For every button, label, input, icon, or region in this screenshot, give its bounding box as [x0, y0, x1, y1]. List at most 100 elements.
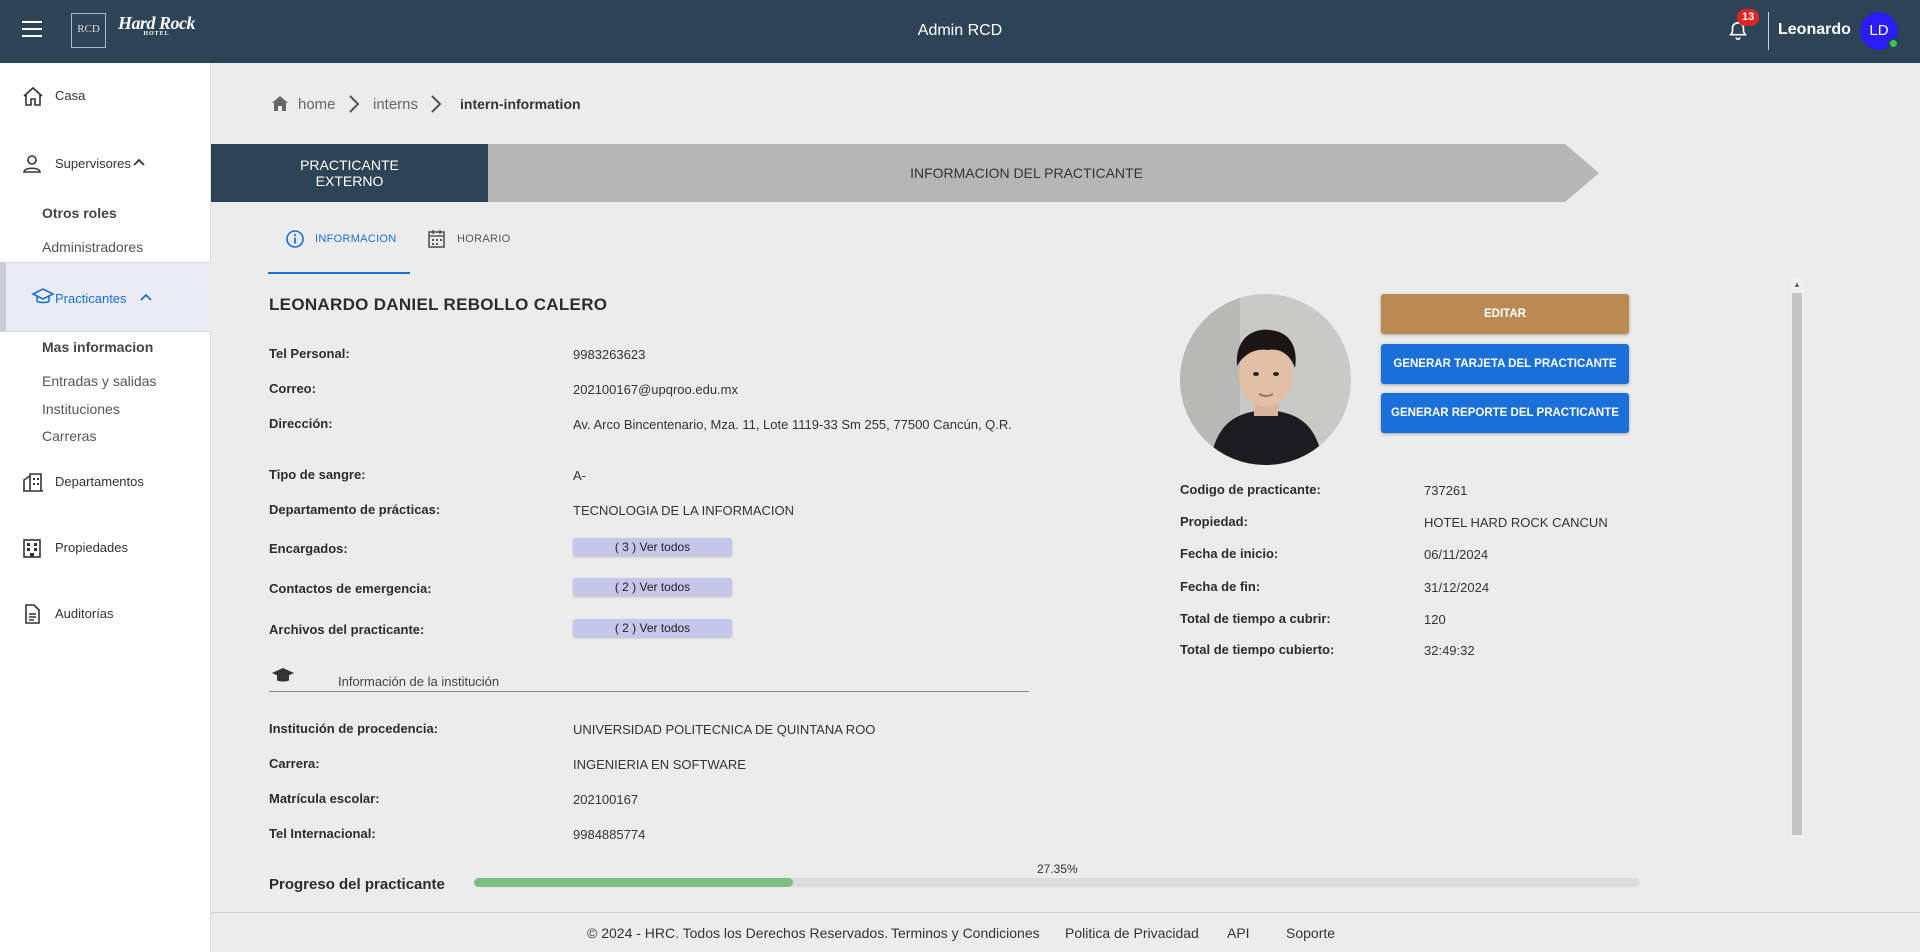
summary-label: Propiedad: [1180, 514, 1248, 529]
step-practicante-externo[interactable]: PRACTICANTE EXTERNO [211, 144, 488, 202]
sidebar-item-label: Supervisores [55, 156, 131, 171]
progress-fill [474, 878, 793, 887]
footer-link-privacy[interactable]: Politica de Privacidad [1065, 925, 1199, 941]
field-label: Departamento de prácticas: [269, 502, 441, 517]
intern-photo [1180, 294, 1351, 465]
field-label: Matrícula escolar: [269, 791, 380, 806]
sidebar-item-label: Propiedades [55, 540, 128, 555]
apartment-icon [23, 539, 41, 558]
sidebar-item-casa[interactable]: Casa [0, 75, 211, 115]
footer-link-support[interactable]: Soporte [1286, 925, 1335, 941]
sidebar-item-practicantes[interactable]: Practicantes [0, 262, 211, 332]
sidebar-subitem-carreras[interactable]: Carreras [42, 428, 96, 444]
summary-label: Total de tiempo cubierto: [1180, 642, 1335, 657]
summary-value: 32:49:32 [1424, 643, 1475, 658]
sidebar-item-label: Auditorías [55, 606, 114, 621]
progress-bar [474, 878, 1640, 887]
sidebar-item-label: Practicantes [55, 291, 127, 306]
app-title: Admin RCD [917, 22, 1003, 39]
scrollbar[interactable]: ▲ [1790, 278, 1804, 838]
field-label: Encargados: [269, 541, 348, 556]
sidebar-item-supervisores[interactable]: Supervisores [0, 143, 211, 183]
tab-informacion[interactable]: INFORMACION [268, 226, 410, 274]
field-value: 9984885774 [573, 827, 646, 842]
breadcrumb-interns[interactable]: interns [373, 96, 418, 113]
footer-link-terms[interactable]: Terminos y Condiciones [891, 925, 1040, 941]
chevron-up-icon [140, 293, 152, 301]
document-icon [25, 604, 40, 624]
step-label: PRACTICANTE [300, 157, 399, 173]
scrollbar-thumb[interactable] [1792, 293, 1802, 835]
field-label: Archivos del practicante: [269, 622, 425, 637]
graduation-cap-icon [31, 288, 55, 304]
sidebar-item-propiedades[interactable]: Propiedades [0, 527, 211, 567]
institution-section-header: Información de la institución [269, 666, 1029, 692]
view-all-encargados-button[interactable]: ( 3 ) Ver todos [573, 538, 732, 556]
sidebar-item-label: Casa [55, 88, 86, 103]
sidebar-subitem-entradas-salidas[interactable]: Entradas y salidas [42, 373, 156, 389]
sidebar-subitem-otros-roles[interactable]: Otros roles [42, 205, 117, 221]
sidebar-item-label: Departamentos [55, 474, 144, 489]
copyright-text: © 2024 - HRC. Todos los Derechos Reserva… [587, 925, 889, 941]
field-value: A- [573, 468, 586, 483]
building-icon [23, 473, 43, 492]
section-title: Información de la institución [338, 674, 500, 689]
sidebar-subitem-mas-informacion[interactable]: Mas informacion [42, 339, 153, 355]
summary-value: 120 [1424, 612, 1446, 627]
field-value: UNIVERSIDAD POLITECNICA DE QUINTANA ROO [573, 722, 876, 737]
chevron-right-icon [349, 95, 360, 113]
field-label: Contactos de emergencia: [269, 581, 432, 596]
view-all-contactos-button[interactable]: ( 2 ) Ver todos [573, 578, 732, 596]
view-all-archivos-button[interactable]: ( 2 ) Ver todos [573, 619, 732, 637]
edit-button[interactable]: EDITAR [1381, 294, 1629, 334]
field-label: Tel Personal: [269, 346, 350, 361]
online-status-dot [1888, 38, 1899, 49]
field-label: Institución de procedencia: [269, 721, 439, 736]
intern-portrait-image [1180, 294, 1351, 465]
sidebar: Casa Supervisores Otros roles Administra… [0, 63, 211, 952]
progress-label: Progreso del practicante [269, 876, 445, 893]
field-label: Tel Internacional: [269, 826, 376, 841]
home-icon [23, 86, 43, 106]
chevron-right-icon [431, 95, 442, 113]
step-informacion[interactable]: INFORMACION DEL PRACTICANTE [488, 144, 1565, 202]
tab-label: INFORMACION [315, 233, 397, 245]
field-value: 202100167@upqroo.edu.mx [573, 382, 738, 397]
breadcrumb-current: intern-information [460, 96, 581, 112]
summary-value: 31/12/2024 [1424, 580, 1490, 595]
chevron-up-icon [133, 158, 145, 166]
summary-label: Fecha de inicio: [1180, 546, 1279, 561]
summary-label: Total de tiempo a cubrir: [1180, 611, 1331, 626]
summary-value: 06/11/2024 [1424, 547, 1489, 562]
sidebar-item-departamentos[interactable]: Departamentos [0, 461, 211, 501]
field-label: Dirección: [269, 416, 333, 431]
field-label: Correo: [269, 381, 316, 396]
tab-horario[interactable]: HORARIO [425, 226, 525, 274]
calendar-icon [428, 230, 445, 248]
generate-report-button[interactable]: GENERAR REPORTE DEL PRACTICANTE [1381, 393, 1629, 433]
top-bar: RCD Hard Rock HOTEL Admin RCD 13 Leonardo… [0, 0, 1920, 63]
progress-percent: 27.35% [1037, 862, 1078, 876]
user-name[interactable]: Leonardo [1778, 21, 1851, 39]
step-arrow [1565, 144, 1599, 202]
intern-detail-panel: LEONARDO DANIEL REBOLLO CALERO Tel Perso… [211, 274, 1801, 912]
scroll-up-icon[interactable]: ▲ [1793, 280, 1801, 289]
footer-link-api[interactable]: API [1227, 925, 1250, 941]
footer: © 2024 - HRC. Todos los Derechos Reserva… [211, 912, 1920, 952]
graduation-cap-icon [272, 668, 294, 682]
info-icon [286, 230, 304, 248]
breadcrumb-home[interactable]: home [298, 96, 336, 113]
person-icon [23, 155, 41, 173]
summary-value: 737261 [1424, 483, 1468, 498]
tab-label: HORARIO [457, 233, 511, 245]
field-value: 9983263623 [573, 347, 646, 362]
generate-card-button[interactable]: GENERAR TARJETA DEL PRACTICANTE [1381, 344, 1629, 384]
field-label: Carrera: [269, 756, 320, 771]
home-icon[interactable] [270, 94, 290, 112]
summary-label: Codigo de practicante: [1180, 482, 1321, 497]
sidebar-item-auditorias[interactable]: Auditorías [0, 593, 211, 633]
sidebar-subitem-administradores[interactable]: Administradores [42, 239, 143, 255]
notification-badge: 13 [1737, 9, 1760, 26]
sidebar-subitem-instituciones[interactable]: Instituciones [42, 401, 120, 417]
step-label: EXTERNO [315, 173, 384, 189]
